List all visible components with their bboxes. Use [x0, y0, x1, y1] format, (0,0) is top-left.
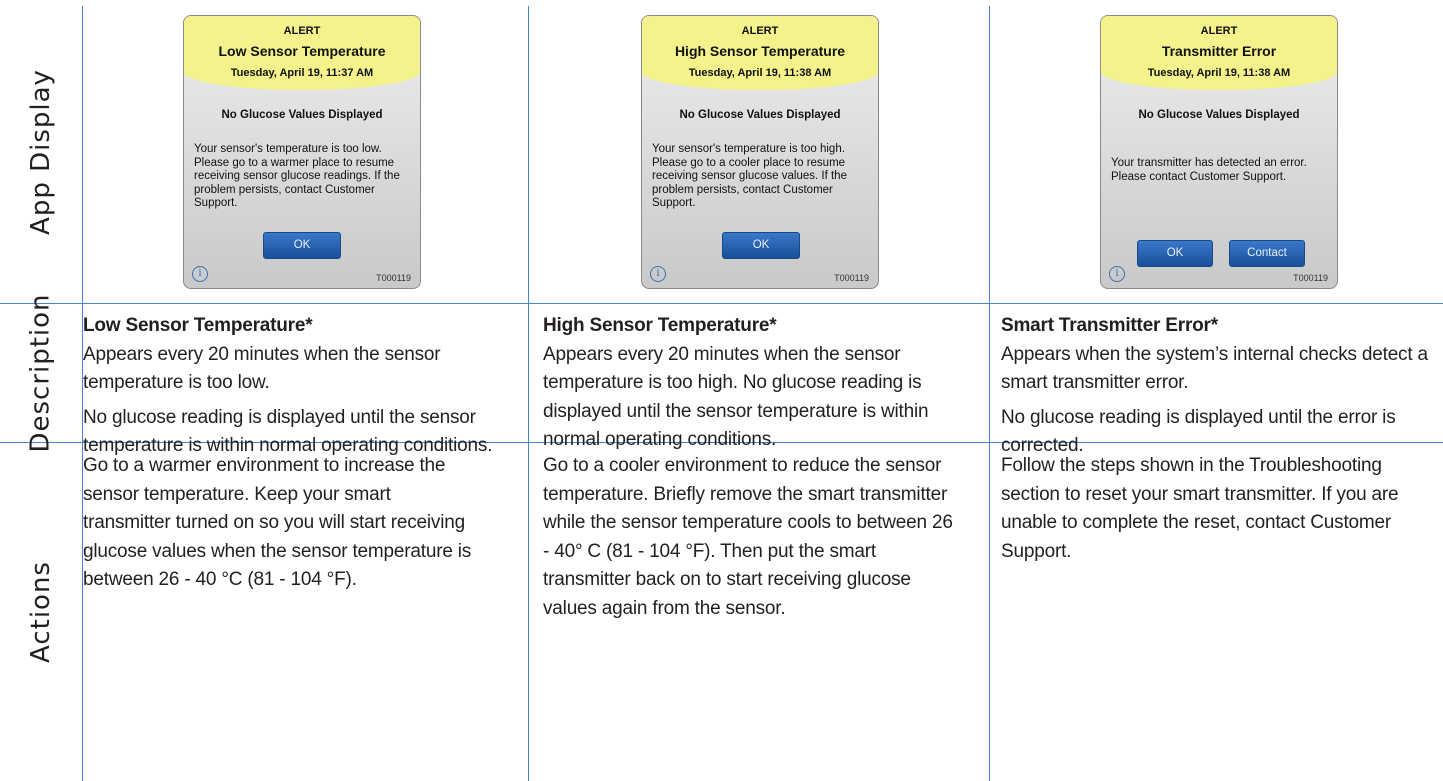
- app-screen-high-temp: ALERT High Sensor Temperature Tuesday, A…: [641, 15, 879, 289]
- row-label-app-display: App Display: [0, 0, 82, 303]
- description-paragraph: Appears every 20 minutes when the sensor…: [83, 343, 441, 394]
- actions-high-temp: Go to a cooler environment to reduce the…: [543, 452, 963, 623]
- actions-transmitter-error: Follow the steps shown in the Troublesho…: [1001, 452, 1437, 566]
- description-paragraph: Appears when the system’s internal check…: [1001, 343, 1428, 394]
- alert-title: Low Sensor Temperature: [218, 43, 386, 59]
- alert-title: Transmitter Error: [1161, 43, 1277, 59]
- grid-line-v3: [989, 6, 990, 781]
- actions-text: Follow the steps shown in the Troublesho…: [1001, 455, 1399, 562]
- alert-message: Your sensor's temperature is too high. P…: [652, 143, 847, 209]
- description-transmitter-error: Smart Transmitter Error* Appears when th…: [1001, 312, 1437, 461]
- description-title: High Sensor Temperature*: [543, 315, 777, 336]
- alert-date: Tuesday, April 19, 11:37 AM: [230, 67, 374, 79]
- alert-code: T000119: [376, 273, 411, 283]
- actions-text: Go to a cooler environment to reduce the…: [543, 455, 953, 619]
- description-paragraph: Appears every 20 minutes when the sensor…: [543, 343, 929, 451]
- alert-message: Your transmitter has detected an error. …: [1111, 157, 1307, 183]
- alert-label: ALERT: [283, 25, 321, 37]
- app-screen-low-temp: ALERT Low Sensor Temperature Tuesday, Ap…: [183, 15, 421, 289]
- info-icon[interactable]: i: [192, 266, 208, 282]
- contact-button[interactable]: Contact: [1229, 240, 1305, 267]
- description-title: Smart Transmitter Error*: [1001, 315, 1218, 336]
- alert-message: Your sensor's temperature is too low. Pl…: [194, 143, 400, 209]
- ok-button[interactable]: OK: [722, 232, 800, 259]
- row-label-actions: Actions: [0, 442, 82, 781]
- actions-low-temp: Go to a warmer environment to increase t…: [83, 452, 478, 595]
- alerts-reference-table: App Display Description Actions ALERT Lo…: [0, 0, 1443, 781]
- alert-subtitle: No Glucose Values Displayed: [1138, 109, 1300, 121]
- actions-text: Go to a warmer environment to increase t…: [83, 455, 472, 590]
- grid-line-v2: [528, 6, 529, 781]
- info-icon[interactable]: i: [1109, 266, 1125, 282]
- alert-label: ALERT: [1200, 25, 1238, 37]
- description-low-temp: Low Sensor Temperature* Appears every 20…: [83, 312, 521, 461]
- alert-date: Tuesday, April 19, 11:38 AM: [688, 67, 832, 79]
- description-high-temp: High Sensor Temperature* Appears every 2…: [543, 312, 963, 455]
- info-icon[interactable]: i: [650, 266, 666, 282]
- alert-title: High Sensor Temperature: [674, 43, 846, 59]
- app-screen-transmitter-error: ALERT Transmitter Error Tuesday, April 1…: [1100, 15, 1338, 289]
- row-label-text: App Display: [26, 68, 56, 235]
- row-label-text: Actions: [26, 560, 57, 663]
- ok-button[interactable]: OK: [263, 232, 341, 259]
- alert-subtitle: No Glucose Values Displayed: [679, 109, 841, 121]
- alert-code: T000119: [834, 273, 869, 283]
- row-label-description: Description: [0, 293, 82, 452]
- ok-button[interactable]: OK: [1137, 240, 1213, 267]
- description-title: Low Sensor Temperature*: [83, 315, 313, 336]
- grid-line-h1: [0, 303, 1443, 304]
- alert-date: Tuesday, April 19, 11:38 AM: [1147, 67, 1291, 79]
- row-label-text: Description: [26, 292, 57, 453]
- alert-code: T000119: [1293, 273, 1328, 283]
- alert-subtitle: No Glucose Values Displayed: [221, 109, 383, 121]
- alert-label: ALERT: [741, 25, 779, 37]
